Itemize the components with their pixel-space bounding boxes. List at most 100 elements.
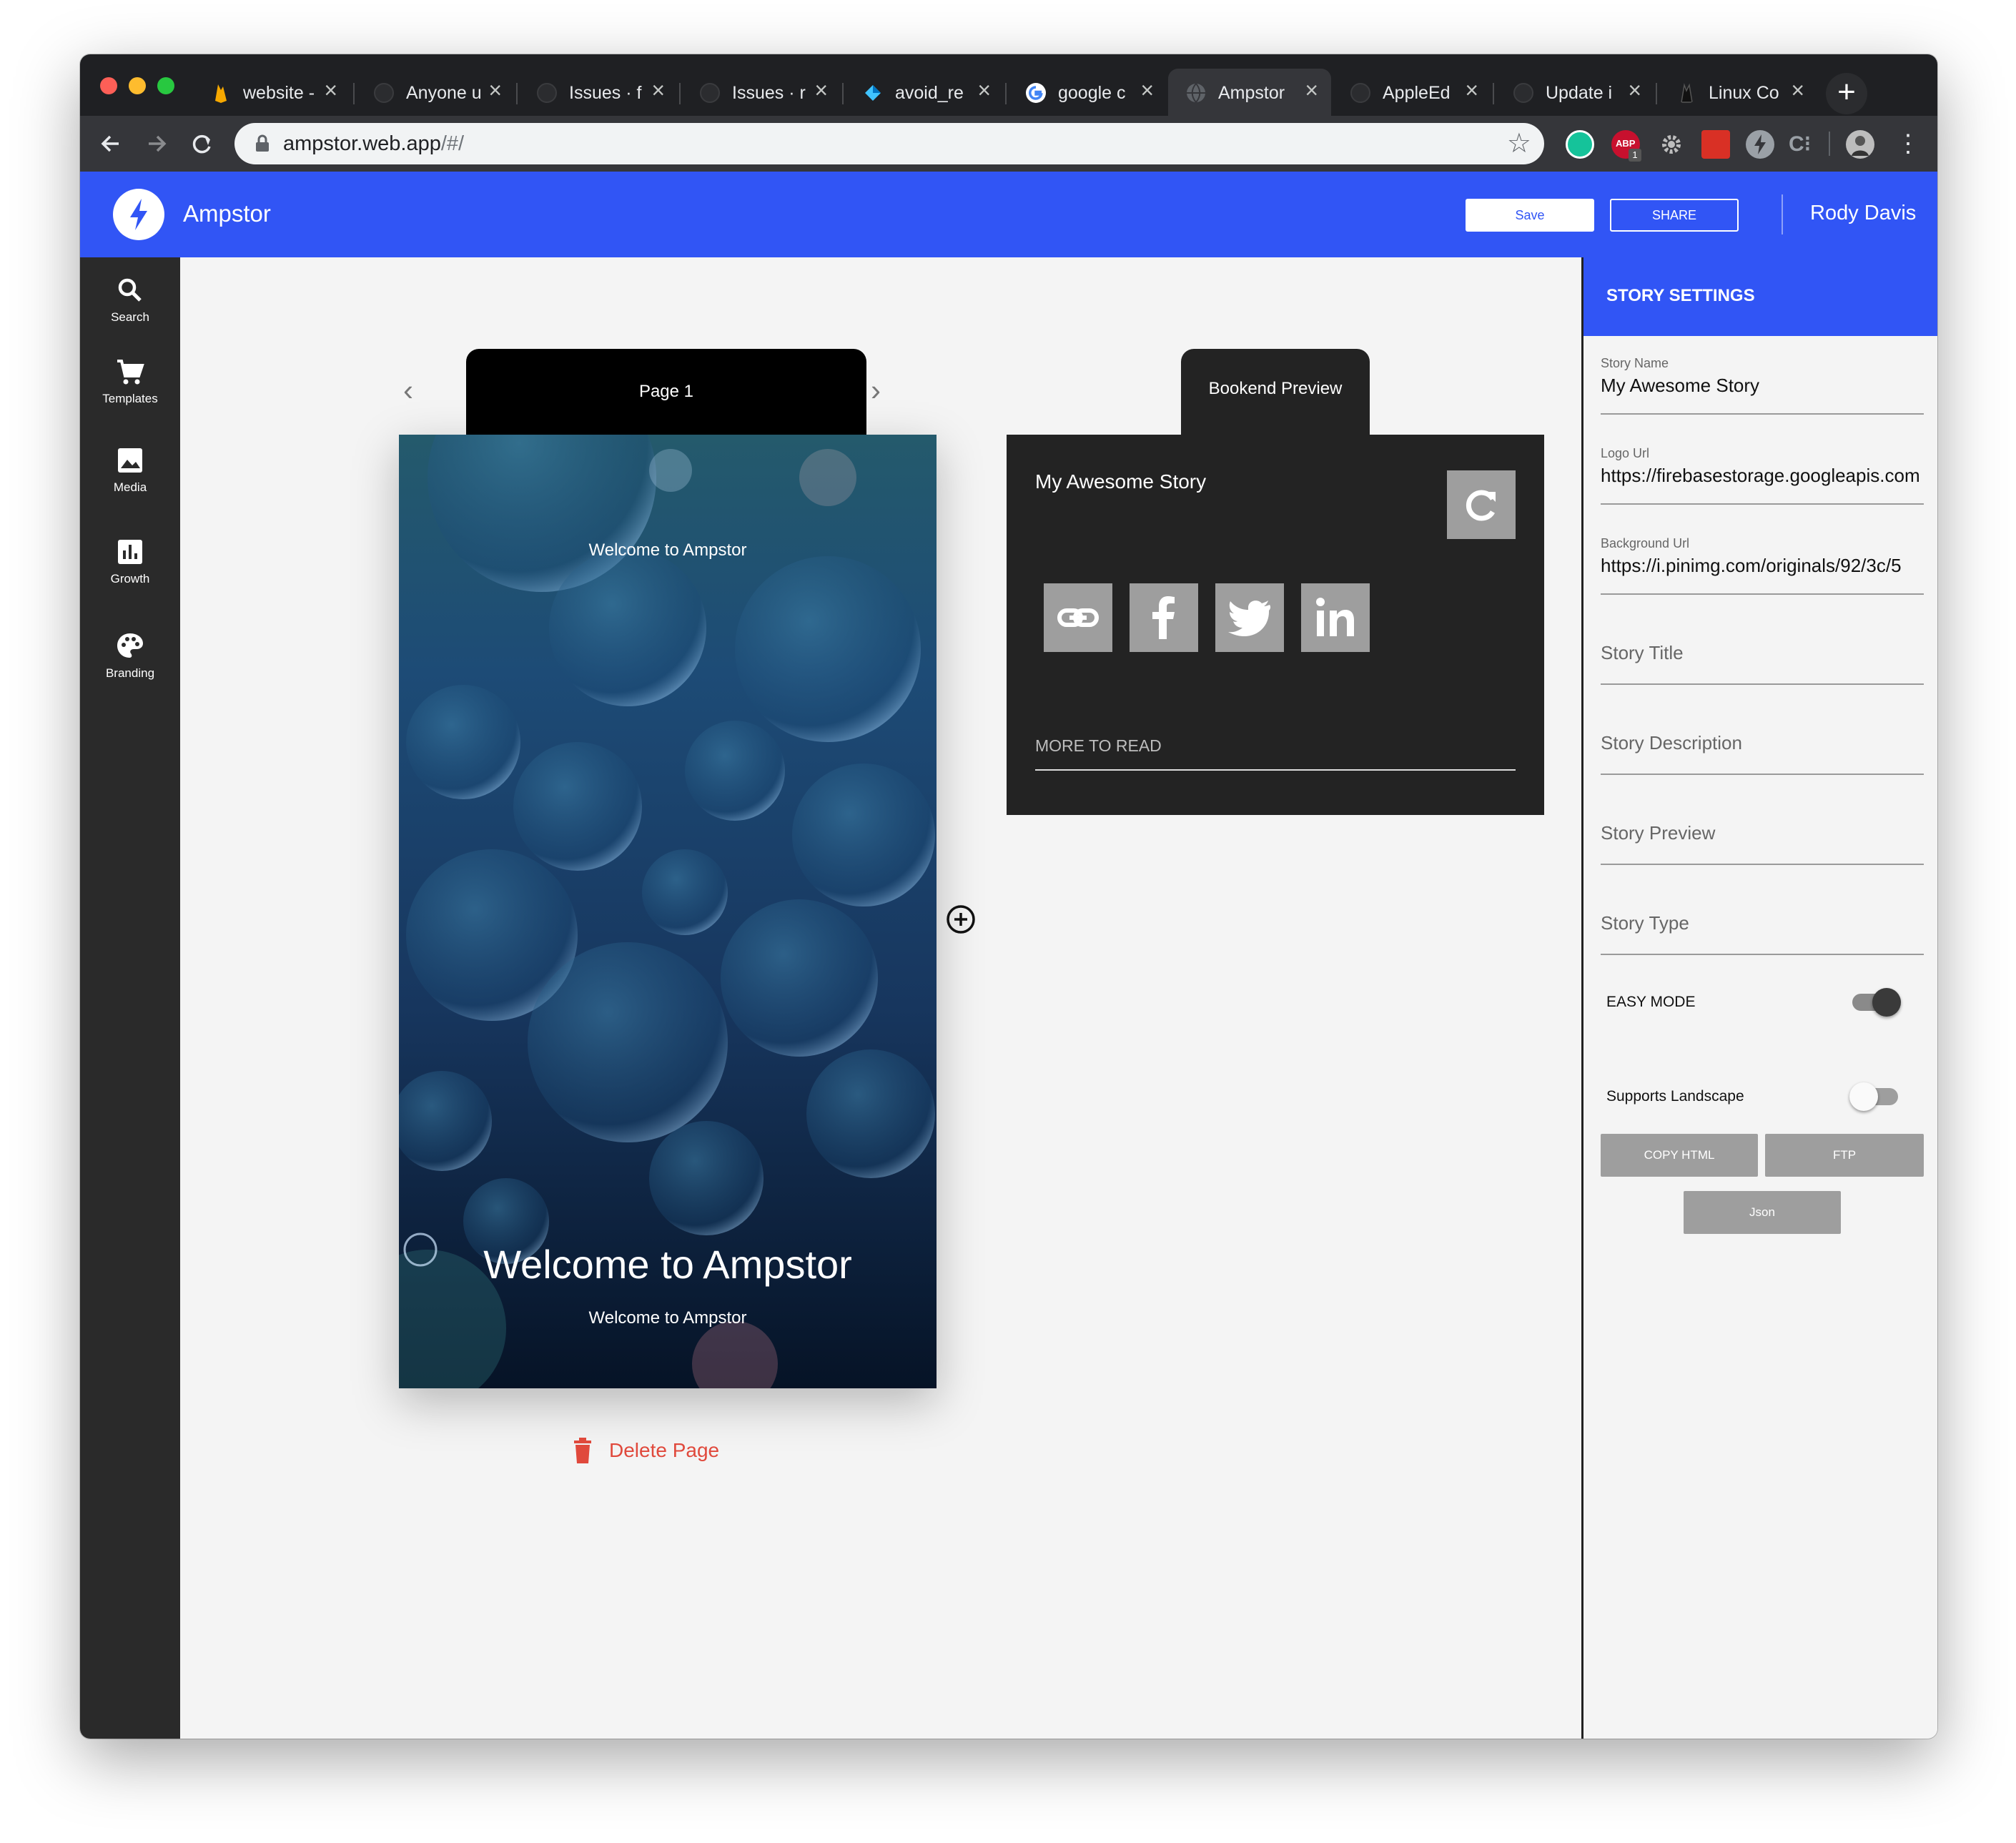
story-top-text[interactable]: Welcome to Ampstor bbox=[399, 540, 937, 560]
story-settings-header: STORY SETTINGS bbox=[1583, 257, 1937, 336]
close-tab-icon[interactable]: × bbox=[1791, 79, 1804, 102]
story-page-preview[interactable]: Welcome to Ampstor Welcome to Ampstor We… bbox=[399, 435, 937, 1388]
story-title-field[interactable]: Story Title bbox=[1601, 609, 1924, 685]
close-window-button[interactable] bbox=[100, 77, 117, 94]
prev-page-icon[interactable]: ‹ bbox=[403, 373, 413, 407]
link-icon bbox=[1057, 608, 1099, 627]
new-tab-button[interactable]: + bbox=[1826, 73, 1867, 114]
arrow-right-icon bbox=[149, 135, 167, 152]
browser-tab[interactable]: AppleEd × bbox=[1333, 69, 1491, 116]
tab-title: Update i bbox=[1546, 83, 1613, 103]
easy-mode-toggle[interactable] bbox=[1849, 988, 1901, 1017]
github-icon bbox=[1513, 83, 1533, 103]
sidebar-item-templates[interactable]: Templates bbox=[80, 356, 180, 406]
browser-tab[interactable]: google c × bbox=[1008, 69, 1167, 116]
adblock-icon[interactable]: ABP 1 bbox=[1611, 130, 1641, 162]
easy-mode-label: EASY MODE bbox=[1606, 994, 1696, 1010]
share-facebook-button[interactable] bbox=[1130, 583, 1198, 652]
field-placeholder: Story Description bbox=[1601, 732, 1742, 753]
back-button[interactable] bbox=[93, 126, 129, 162]
reload-button[interactable] bbox=[184, 126, 220, 162]
close-tab-icon[interactable]: × bbox=[488, 79, 502, 102]
user-name[interactable]: Rody Davis bbox=[1810, 202, 1916, 225]
linkedin-icon bbox=[1316, 598, 1354, 636]
share-button[interactable]: SHARE bbox=[1610, 199, 1739, 232]
bookend-preview: My Awesome Story MORE TO READ bbox=[1007, 435, 1544, 815]
sidebar-item-media[interactable]: Media bbox=[80, 445, 180, 495]
tab-title: AppleEd bbox=[1383, 83, 1451, 103]
browser-tab-active[interactable]: Ampstor × bbox=[1168, 69, 1331, 116]
story-heading[interactable]: Welcome to Ampstor bbox=[399, 1241, 937, 1288]
next-page-icon[interactable]: › bbox=[871, 373, 881, 407]
zoom-window-button[interactable] bbox=[157, 77, 174, 94]
tab-title: Issues · f bbox=[569, 83, 642, 103]
browser-tab[interactable]: Update i × bbox=[1496, 69, 1654, 116]
sidebar-item-growth[interactable]: Growth bbox=[80, 536, 180, 586]
refresh-icon bbox=[1466, 490, 1496, 521]
share-linkedin-button[interactable] bbox=[1301, 583, 1370, 652]
browser-menu-icon[interactable]: ⋮ bbox=[1890, 126, 1926, 162]
browser-tab[interactable]: Linux Co × bbox=[1659, 69, 1817, 116]
story-name-field[interactable]: Story Name My Awesome Story bbox=[1601, 339, 1924, 415]
settings-extension-icon[interactable] bbox=[1657, 130, 1686, 159]
browser-tab[interactable]: Issues · f × bbox=[519, 69, 678, 116]
add-page-icon[interactable] bbox=[945, 904, 977, 935]
refresh-button[interactable] bbox=[1447, 470, 1516, 539]
sidebar-item-search[interactable]: Search bbox=[80, 275, 180, 325]
story-type-field[interactable]: Story Type bbox=[1601, 879, 1924, 955]
background-url-field[interactable]: Background Url https://i.pinimg.com/orig… bbox=[1601, 519, 1924, 595]
browser-window: website - × Anyone u × Issues · f × Issu… bbox=[80, 54, 1937, 1739]
browser-tab[interactable]: website - × bbox=[193, 69, 350, 116]
share-twitter-button[interactable] bbox=[1215, 583, 1284, 652]
tab-title: website - bbox=[243, 83, 315, 103]
address-bar[interactable]: ampstor.web.app/#/ ☆ bbox=[234, 123, 1544, 164]
profile-avatar[interactable] bbox=[1846, 130, 1874, 159]
browser-tab[interactable]: avoid_re × bbox=[845, 69, 1004, 116]
forward-button[interactable] bbox=[139, 126, 174, 162]
field-label: Story Name bbox=[1601, 356, 1669, 370]
close-tab-icon[interactable]: × bbox=[651, 79, 665, 102]
close-tab-icon[interactable]: × bbox=[324, 79, 337, 102]
github-icon bbox=[537, 83, 557, 103]
sidebar-item-label: Search bbox=[111, 310, 149, 324]
ampstor-logo bbox=[113, 189, 164, 240]
close-tab-icon[interactable]: × bbox=[1305, 79, 1318, 102]
field-label: Logo Url bbox=[1601, 446, 1650, 460]
url-text: ampstor.web.app/#/ bbox=[283, 132, 465, 155]
supports-landscape-label: Supports Landscape bbox=[1606, 1088, 1744, 1105]
bookmark-star-icon[interactable]: ☆ bbox=[1507, 127, 1531, 159]
bolt-extension-icon[interactable] bbox=[1746, 130, 1774, 159]
story-preview-field[interactable]: Story Preview bbox=[1601, 789, 1924, 865]
save-button[interactable]: Save bbox=[1466, 199, 1594, 232]
close-tab-icon[interactable]: × bbox=[1628, 79, 1641, 102]
close-tab-icon[interactable]: × bbox=[814, 79, 828, 102]
c-extension-icon[interactable]: C⁝ bbox=[1789, 130, 1817, 159]
reload-icon bbox=[192, 134, 211, 154]
browser-tab[interactable]: Anyone u × bbox=[356, 69, 515, 116]
supports-landscape-toggle[interactable] bbox=[1849, 1082, 1901, 1111]
story-description-field[interactable]: Story Description bbox=[1601, 699, 1924, 775]
browser-tab[interactable]: Issues · r × bbox=[682, 69, 841, 116]
tab-title: Issues · r bbox=[732, 83, 806, 103]
github-icon bbox=[1350, 83, 1370, 103]
close-tab-icon[interactable]: × bbox=[977, 79, 991, 102]
logo-url-field[interactable]: Logo Url https://firebasestorage.googlea… bbox=[1601, 429, 1924, 505]
close-tab-icon[interactable]: × bbox=[1465, 79, 1478, 102]
delete-page-button[interactable]: Delete Page bbox=[572, 1437, 719, 1464]
copy-html-button[interactable]: COPY HTML bbox=[1601, 1134, 1758, 1177]
tab-title: Anyone u bbox=[406, 83, 482, 103]
sidebar-item-branding[interactable]: Branding bbox=[80, 631, 180, 681]
red-extension-icon[interactable] bbox=[1701, 130, 1730, 159]
minimize-window-button[interactable] bbox=[129, 77, 146, 94]
field-placeholder: Story Title bbox=[1601, 642, 1684, 663]
json-button[interactable]: Json bbox=[1684, 1191, 1841, 1234]
ftp-button[interactable]: FTP bbox=[1765, 1134, 1924, 1177]
page-tab[interactable]: Page 1 bbox=[466, 349, 866, 436]
grammarly-icon[interactable] bbox=[1566, 130, 1594, 159]
bookend-preview-tab[interactable]: Bookend Preview bbox=[1181, 349, 1370, 436]
close-tab-icon[interactable]: × bbox=[1140, 79, 1154, 102]
bookend-title: My Awesome Story bbox=[1035, 470, 1207, 493]
facebook-icon bbox=[1152, 596, 1175, 639]
story-subtext[interactable]: Welcome to Ampstor bbox=[399, 1308, 937, 1328]
share-link-button[interactable] bbox=[1044, 583, 1112, 652]
